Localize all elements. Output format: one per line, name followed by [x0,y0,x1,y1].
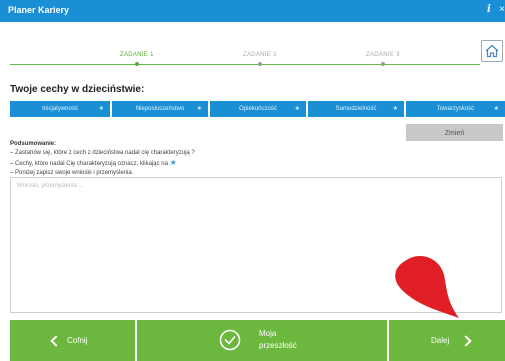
clock-icon [219,329,241,351]
trait-label: Towarzyskość [436,106,475,112]
trait-label: Inicjatywność [42,106,78,112]
star-icon: ★ [169,158,177,167]
step-progress-line [10,64,480,65]
section-title: Twoje cechy w dzieciństwie: [10,84,145,95]
notes-textarea[interactable] [10,177,502,313]
summary-heading: Podsumowanie: [10,141,57,147]
my-past-button[interactable]: Moja przeszłość [137,320,387,361]
chevron-right-icon [460,335,472,347]
trait-label: Nieposłuszeństwo [135,106,185,112]
back-button[interactable]: Cofnij [10,320,135,361]
step-3-label: ZADANIE 3 [366,52,400,58]
info-icon[interactable]: i [487,4,491,15]
home-icon [485,44,499,58]
step-1-label: ZADANIE 1 [120,52,154,58]
back-label: Cofnij [67,336,88,345]
star-icon[interactable]: ★ [494,101,499,117]
star-icon[interactable]: ★ [393,101,398,117]
summary-block: Podsumowanie: – Zastanów się, które z ce… [10,140,195,178]
trait-samodzielnosc[interactable]: Samodzielność ★ [308,101,404,117]
home-button[interactable] [481,40,503,62]
my-past-label-1: Moja [259,329,277,338]
next-button[interactable]: Dalej [389,320,505,361]
trait-label: Samodzielność [335,106,377,112]
window-title: Planer Kariery [8,5,70,15]
step-1-dot [135,62,139,66]
chevron-left-icon [50,335,62,347]
trait-towarzyskosc[interactable]: Towarzyskość ★ [406,101,505,117]
step-2-dot [258,62,262,66]
star-icon[interactable]: ★ [295,101,300,117]
trait-opiekunczosc[interactable]: Opiekuńczość ★ [210,101,306,117]
trait-nieposluszenstwo[interactable]: Nieposłuszeństwo ★ [112,101,208,117]
trait-label: Opiekuńczość [239,106,277,112]
star-icon[interactable]: ★ [99,101,104,117]
trait-list: Inicjatywność ★ Nieposłuszeństwo ★ Opiek… [10,101,505,117]
title-bar: Planer Kariery i × [0,0,505,22]
summary-line-1: – Zastanów się, które z cech z dziecińst… [10,150,195,156]
change-button[interactable]: Zmień [406,124,503,141]
trait-inicjatywnosc[interactable]: Inicjatywność ★ [10,101,110,117]
step-2-label: ZADANIE 2 [243,52,277,58]
my-past-label-2: przeszłość [259,341,297,350]
star-icon[interactable]: ★ [197,101,202,117]
summary-line-2-row: – Cechy, które nadal Cię charakteryzują … [10,158,195,169]
close-icon[interactable]: × [499,4,505,15]
footer-bar: Cofnij Moja przeszłość Dalej [0,320,505,361]
step-3-dot [381,62,385,66]
next-label: Dalej [431,336,450,345]
step-progress: ZADANIE 1 ZADANIE 2 ZADANIE 3 [0,52,505,68]
summary-line-2: – Cechy, które nadal Cię charakteryzują … [10,161,168,167]
